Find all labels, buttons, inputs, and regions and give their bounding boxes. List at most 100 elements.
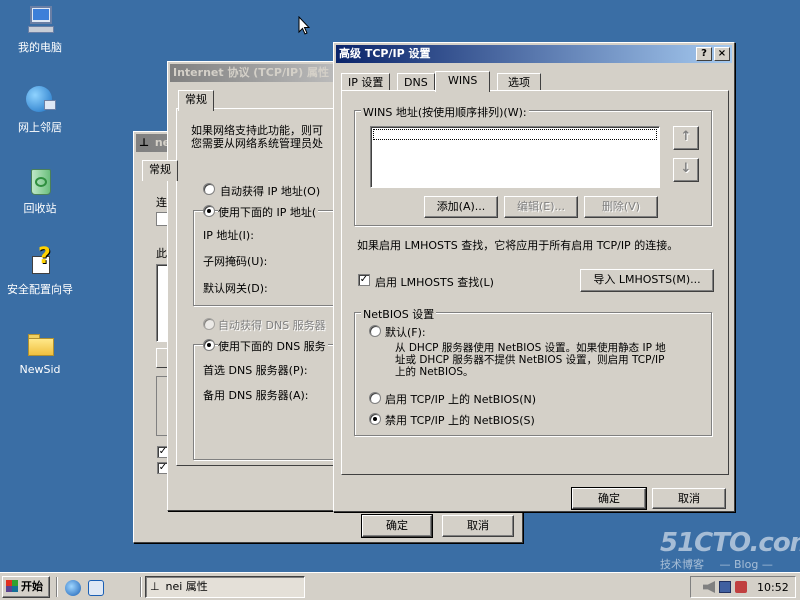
- task-item-label: nei 属性: [165, 580, 208, 593]
- tab-label: DNS: [404, 76, 428, 89]
- task-item-nei-properties[interactable]: ⊥ nei 属性: [145, 576, 305, 598]
- desktop-icon-newsid[interactable]: NewSid: [2, 328, 78, 376]
- window-title: 高级 TCP/IP 设置: [339, 47, 431, 60]
- netbios-default-radio[interactable]: [369, 325, 381, 337]
- preferred-dns-label: 首选 DNS 服务器(P):: [203, 364, 308, 377]
- start-button[interactable]: 开始: [2, 576, 50, 598]
- show-desktop-icon[interactable]: [88, 580, 104, 596]
- desktop-icon-recycle-bin[interactable]: 回收站: [2, 165, 78, 216]
- manual-dns-label: 使用下面的 DNS 服务: [218, 338, 328, 354]
- recycle-bin-icon: [24, 165, 56, 197]
- network-globe-icon: [24, 84, 56, 116]
- wins-address-list[interactable]: [370, 126, 660, 188]
- enable-lmhosts-checkbox[interactable]: ✓: [358, 274, 370, 286]
- network-connection-icon: ⊥: [139, 136, 150, 149]
- watermark-sub: 技术博客: [660, 558, 704, 571]
- system-tray: 10:52: [690, 576, 796, 598]
- netbios-group-label: NetBIOS 设置: [361, 306, 437, 322]
- auto-dns-label: 自动获得 DNS 服务器: [218, 319, 326, 332]
- desktop-icon-network[interactable]: 网上邻居: [2, 84, 78, 135]
- disable-netbios-radio[interactable]: [369, 413, 381, 425]
- list-focus-rect: [373, 129, 657, 140]
- windows-logo-icon: [6, 580, 18, 592]
- network-tray-icon[interactable]: [719, 581, 731, 593]
- desktop-icon-label: 我的电脑: [18, 41, 62, 54]
- tab-wins[interactable]: WINS: [435, 71, 491, 92]
- this-connection-label: 此: [156, 247, 167, 260]
- cancel-button[interactable]: 取消: [442, 515, 514, 537]
- quicklaunch-separator: [140, 577, 142, 597]
- tab-label: 常规: [185, 93, 207, 106]
- auto-dns-radio[interactable]: [203, 318, 215, 330]
- tab-ip-settings[interactable]: IP 设置: [341, 73, 391, 91]
- manual-dns-radio[interactable]: [203, 339, 215, 351]
- move-up-button[interactable]: ↑: [673, 126, 699, 150]
- watermark: 51CTO.com 技术博客 — Blog —: [660, 528, 800, 571]
- arrow-up-icon: ↑: [680, 129, 692, 144]
- tab-label: WINS: [448, 74, 478, 87]
- description-line-2: 您需要从网络系统管理员处: [191, 137, 323, 150]
- watermark-brand: 51CTO.com: [660, 528, 800, 558]
- enable-netbios-radio[interactable]: [369, 392, 381, 404]
- tab-label: IP 设置: [348, 76, 384, 89]
- import-lmhosts-button[interactable]: 导入 LMHOSTS(M)...: [580, 269, 714, 292]
- alternate-dns-label: 备用 DNS 服务器(A):: [203, 389, 309, 402]
- auto-ip-label: 自动获得 IP 地址(O): [220, 185, 321, 198]
- move-down-button[interactable]: ↓: [673, 158, 699, 182]
- desktop-icon-security-wizard[interactable]: ? 安全配置向导: [2, 246, 78, 297]
- title-bar[interactable]: 高级 TCP/IP 设置: [336, 45, 732, 63]
- start-label: 开始: [21, 580, 43, 593]
- ip-address-label: IP 地址(I):: [203, 229, 254, 242]
- desktop-icon-label: NewSid: [19, 363, 61, 376]
- arrow-down-icon: ↓: [680, 161, 692, 176]
- tab-strip: IP 设置 DNS WINS 选项: [341, 71, 729, 92]
- auto-ip-radio[interactable]: [203, 183, 215, 195]
- volume-icon[interactable]: [703, 581, 715, 593]
- security-wizard-icon: ?: [24, 246, 56, 278]
- wins-tab-panel: WINS 地址(按使用顺序排列)(W): ↑ ↓ 添加(A)... 编辑(E).…: [341, 90, 729, 475]
- window-title: Internet 协议 (TCP/IP) 属性: [173, 66, 329, 79]
- advanced-tcpip-settings-window: 高级 TCP/IP 设置 ? × IP 设置 DNS WINS 选项 WINS …: [333, 42, 735, 512]
- lmhosts-info-text: 如果启用 LMHOSTS 查找，它将应用于所有启用 TCP/IP 的连接。: [357, 239, 679, 252]
- clock[interactable]: 10:52: [757, 581, 789, 594]
- desktop-icon-my-computer[interactable]: 我的电脑: [2, 4, 78, 55]
- desktop-icon-label: 安全配置向导: [7, 283, 73, 296]
- mouse-cursor-icon: [298, 16, 310, 35]
- tab-label: 常规: [149, 163, 171, 176]
- manual-ip-label: 使用下面的 IP 地址(: [218, 204, 319, 220]
- help-button[interactable]: ?: [696, 47, 712, 61]
- computer-icon: [24, 4, 56, 36]
- tab-general[interactable]: 常规: [178, 90, 214, 111]
- desktop-icon-label: 网上邻居: [18, 121, 62, 134]
- tab-dns[interactable]: DNS: [397, 73, 435, 91]
- tab-options[interactable]: 选项: [497, 73, 541, 91]
- enable-lmhosts-label: 启用 LMHOSTS 查找(L): [375, 276, 494, 289]
- connect-label: 连: [156, 196, 167, 209]
- ie-icon[interactable]: [65, 580, 81, 596]
- folder-icon: [24, 328, 56, 360]
- netbios-default-label: 默认(F):: [385, 326, 426, 339]
- disable-netbios-label: 禁用 TCP/IP 上的 NetBIOS(S): [385, 414, 535, 427]
- title-bar[interactable]: Internet 协议 (TCP/IP) 属性: [170, 64, 350, 82]
- netbios-default-desc-3: 上的 NetBIOS。: [395, 366, 474, 378]
- tab-general[interactable]: 常规: [142, 160, 178, 181]
- tab-label: 选项: [508, 76, 530, 89]
- security-tray-icon[interactable]: [735, 581, 747, 593]
- taskbar: 开始 ⊥ nei 属性 10:52: [0, 572, 800, 600]
- manual-ip-radio[interactable]: [203, 205, 215, 217]
- ok-button[interactable]: 确定: [571, 487, 647, 510]
- watermark-blog: Blog: [734, 558, 759, 571]
- edit-button[interactable]: 编辑(E)...: [504, 196, 578, 218]
- remove-button[interactable]: 删除(V): [584, 196, 658, 218]
- tcpip-properties-window: Internet 协议 (TCP/IP) 属性 常规 如果网络支持此功能，则可 …: [167, 61, 376, 511]
- default-gateway-label: 默认网关(D):: [203, 282, 268, 295]
- add-button[interactable]: 添加(A)...: [424, 196, 498, 218]
- subnet-mask-label: 子网掩码(U):: [203, 255, 268, 268]
- close-button[interactable]: ×: [714, 47, 730, 61]
- desktop-icon-label: 回收站: [23, 202, 57, 215]
- enable-netbios-label: 启用 TCP/IP 上的 NetBIOS(N): [385, 393, 537, 406]
- wins-address-group-label: WINS 地址(按使用顺序排列)(W):: [361, 104, 529, 120]
- ok-button[interactable]: 确定: [361, 514, 433, 538]
- cancel-button[interactable]: 取消: [652, 488, 726, 509]
- quicklaunch-separator: [56, 577, 58, 597]
